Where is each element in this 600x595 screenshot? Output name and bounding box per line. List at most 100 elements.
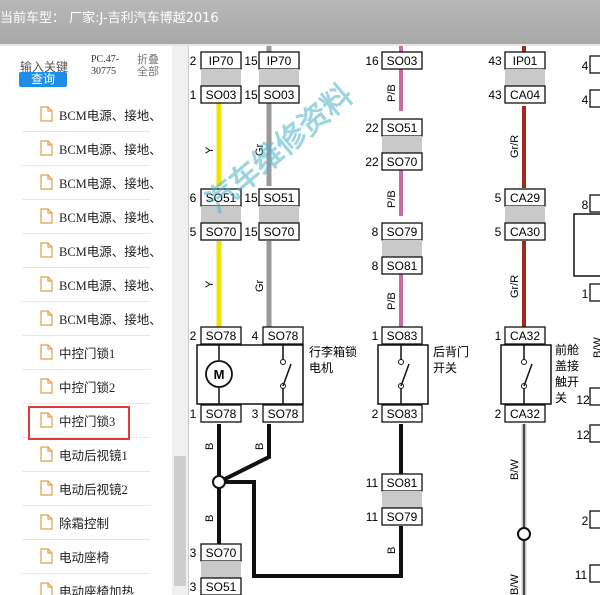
file-icon [40,548,53,564]
pin: 11 [366,510,379,524]
connector-label: SO03 [206,88,237,102]
tree-item[interactable]: BCM电源、接地、 [22,98,172,132]
pin: 1 [190,88,197,102]
pin: 5 [495,225,502,239]
tree-item-label: 电动后视镜1 [59,449,128,463]
connector-so03-c: 16 SO03 [365,51,423,70]
pin: 4 [252,329,259,343]
sidebar-scrollbar[interactable] [172,46,188,595]
pc-code: PC.47- 30775 [91,54,119,78]
pin: 2 [190,54,197,68]
tree-item-selected[interactable]: 中控门锁2 [22,370,172,404]
pin: 11 [366,476,379,490]
tree-item-label: BCM电源、接地、 [59,109,162,123]
tree-item[interactable]: BCM电源、接地、 [22,166,172,200]
pin: 2 [582,514,589,528]
pc-code-line2: 30775 [91,66,116,77]
tree-item-label: BCM电源、接地、 [59,245,162,259]
pin: 15 [244,88,258,102]
connector-label: SO03 [387,54,418,68]
tree-item-label: 电动座椅 [59,551,110,565]
connector-label: SO83 [387,407,418,421]
connector-ca32-bottom: 2 CA32 [495,404,546,423]
file-icon [40,310,53,326]
motor-letter: M [214,367,225,382]
connector-so70-d: 22 SO70 [365,152,423,171]
component-label: 后背门 [433,344,469,359]
file-icon [40,378,53,394]
tailgate-switch: 后背门 开关 [377,344,469,405]
tree-item[interactable]: 中控门锁1 [22,336,172,370]
connector-label: CA04 [510,88,540,102]
title-bar: 当前车型： 厂家:J-吉利汽车博越2016 [0,0,600,46]
pin: 8 [582,198,589,212]
connector-so51-c: 15 SO51 [244,188,300,223]
wire-color-label: Y [204,146,216,154]
tree-item[interactable]: 电动座椅 [22,540,172,574]
collapse-line2: 全部 [137,65,159,78]
tree-item-label: 电动后视镜2 [59,483,128,497]
connector-so81-a: 8 SO81 [372,256,423,275]
wire-color-label: Gr/R [509,135,521,158]
wire-color-label: P/B [386,84,398,102]
tree-item[interactable]: BCM电源、接地、 [22,132,172,166]
connector-ca04: 43 CA04 [488,85,546,104]
component-label: 触开 [555,375,579,389]
pin: 1 [582,287,589,301]
tree-item[interactable]: BCM电源、接地、 [22,268,172,302]
connector-label: SO03 [264,88,295,102]
sidebar: 输入关键 查询 PC.47- 30775 折叠 全部 BCM电源、接地、 BCM… [0,46,188,595]
file-icon [40,446,53,462]
pin: 43 [488,54,502,68]
connector-label: CA32 [510,407,540,421]
tree-item-label: 中控门锁1 [59,347,116,361]
pin: 12 [576,393,590,407]
connector-so03-a: 1 SO03 [190,85,242,104]
tree-item[interactable]: 除霜控制 [22,506,172,540]
wire-color-label: B [204,515,216,522]
pin: 6 [190,191,197,205]
pin: 12 [576,428,590,442]
pc-code-line1: PC.47- [91,54,120,65]
wire-color-label: B [254,443,266,450]
wire-color-label: B/W [509,459,521,480]
component-label: 行李箱锁 [309,344,357,359]
tree-item[interactable]: 电动后视镜2 [22,472,172,506]
connector-so78-a-top: 2 SO78 [190,326,242,345]
pin: 43 [488,88,502,102]
connector-label: SO51 [264,191,295,205]
connector-label: CA30 [510,225,540,239]
wiring-diagram: 2 IP70 1 SO03 6 SO51 5 SO70 2 SO78 1 SO7… [188,46,600,595]
pin: 4 [582,93,589,107]
tree-item[interactable]: 中控门锁3 [22,404,172,438]
tree-item-label: 电动座椅加热 [59,585,135,595]
tree-item-label: 中控门锁2 [59,381,116,395]
scrollbar-thumb[interactable] [174,456,186,586]
document-tree: BCM电源、接地、 BCM电源、接地、 BCM电源、接地、 BCM电源、接地、 [0,98,172,595]
tree-item-label: BCM电源、接地、 [59,211,162,225]
vehicle-title: 当前车型： 厂家:J-吉利汽车博越2016 [0,11,219,26]
pin: 3 [190,580,197,594]
tree-item[interactable]: BCM电源、接地、 [22,200,172,234]
connector-so70-c: 15 SO70 [244,222,300,241]
connector-column-3: 16 SO03 22 SO51 22 SO70 8 SO79 8 SO81 1 … [365,51,423,526]
connector-ip70-b: 15 IP70 [244,51,300,86]
connector-so70-a: 5 SO70 [190,222,242,241]
tree-item[interactable]: 电动座椅加热 [22,574,172,595]
pin: 8 [372,225,379,239]
component-label: 电机 [309,361,333,375]
connector-label: SO78 [268,407,299,421]
collapse-all-button[interactable]: 折叠 全部 [137,54,159,78]
connector-label: SO70 [206,546,237,560]
tree-item[interactable]: BCM电源、接地、 [22,234,172,268]
connector-label: SO51 [387,121,418,135]
file-icon [40,514,53,530]
tree-item[interactable]: 电动后视镜1 [22,438,172,472]
tree-item-label: BCM电源、接地、 [59,177,162,191]
tree-item[interactable]: BCM电源、接地、 [22,302,172,336]
pin: 1 [495,329,502,343]
connector-so78-a-bottom: 1 SO78 [190,404,242,423]
connector-label: SO81 [387,259,418,273]
pin: 2 [495,407,502,421]
query-button[interactable]: 查询 [19,72,67,87]
